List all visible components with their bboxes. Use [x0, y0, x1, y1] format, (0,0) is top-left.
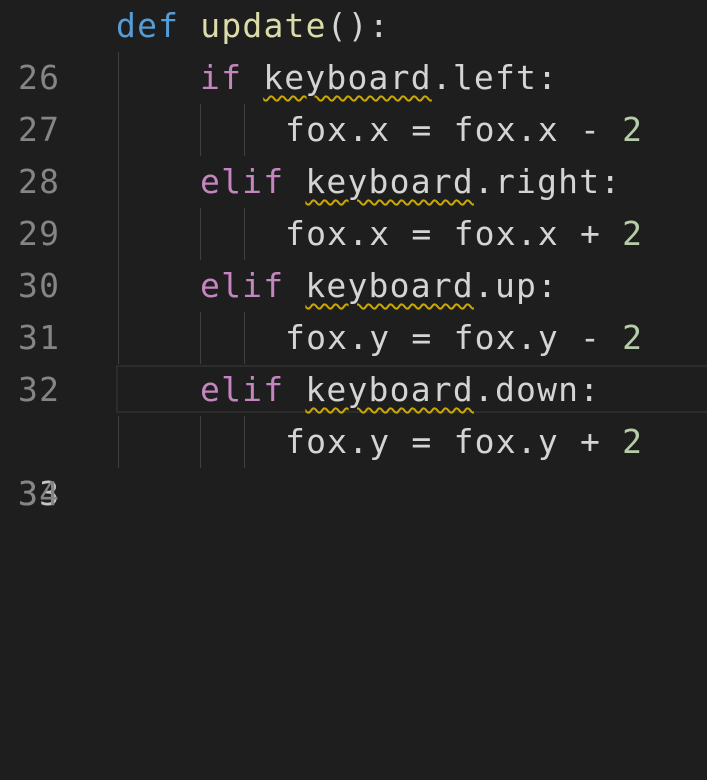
number-literal: 2	[622, 422, 644, 461]
indent-guide	[244, 312, 245, 364]
indent-guide	[118, 52, 119, 104]
operator: =	[411, 214, 433, 253]
code-text: fox.x = fox.x + 2	[285, 208, 643, 260]
indent-guide	[118, 104, 119, 156]
expression: fox.y	[453, 318, 559, 357]
expression: fox.x	[453, 110, 559, 149]
member-access: .left:	[431, 58, 559, 97]
code-line-28[interactable]: 28 fox.x = fox.x - 2	[0, 104, 707, 201]
code-text: elif keyboard.down:	[200, 364, 600, 416]
code-line-32[interactable]: 32 fox.y = fox.y - 2	[0, 312, 707, 409]
member-access: .up:	[473, 266, 559, 305]
code-text: def update():	[116, 0, 390, 52]
number-literal: 2	[622, 110, 644, 149]
operator: +	[580, 422, 602, 461]
indent-guide	[244, 208, 245, 260]
expression: fox.y	[453, 422, 559, 461]
indent-guide	[244, 416, 245, 468]
code-line-27[interactable]: 27 if keyboard.left:	[0, 52, 707, 149]
code-editor[interactable]: 26 def update(): 27 if keyboard.left: 28…	[0, 0, 707, 513]
line-number: 34	[18, 474, 61, 513]
keyword: elif	[200, 162, 285, 201]
assign-target: fox.x	[285, 110, 391, 149]
code-text: elif keyboard.up:	[200, 260, 558, 312]
indent-guide	[118, 156, 119, 208]
keyword: if	[200, 58, 243, 97]
function-name: update	[200, 6, 327, 45]
indent-guide	[244, 104, 245, 156]
code-line-34[interactable]: 34 fox.y = fox.y + 2	[0, 416, 707, 513]
code-line-31[interactable]: 31 elif keyboard.up:	[0, 260, 707, 357]
code-text: fox.y = fox.y + 2	[285, 416, 643, 468]
indent-guide	[200, 208, 201, 260]
keyword: elif	[200, 370, 285, 409]
indent-guide	[118, 208, 119, 260]
operator: +	[580, 214, 602, 253]
indent-guide	[200, 416, 201, 468]
code-text: fox.x = fox.x - 2	[285, 104, 643, 156]
code-line-30[interactable]: 30 fox.x = fox.x + 2	[0, 208, 707, 305]
operator: -	[580, 110, 602, 149]
number-literal: 2	[622, 318, 644, 357]
assign-target: fox.y	[285, 318, 391, 357]
indent-guide	[118, 312, 119, 364]
expression: fox.x	[453, 214, 559, 253]
code-line-29[interactable]: 29 elif keyboard.right:	[0, 156, 707, 253]
assign-target: fox.x	[285, 214, 391, 253]
member-access: .down:	[473, 370, 601, 409]
code-text: fox.y = fox.y - 2	[285, 312, 643, 364]
operator: =	[411, 422, 433, 461]
number-literal: 2	[622, 214, 644, 253]
code-line-26[interactable]: 26 def update():	[0, 0, 707, 97]
indent-guide	[118, 416, 119, 468]
keyword: elif	[200, 266, 285, 305]
warning-squiggle-identifier[interactable]: keyboard	[305, 162, 474, 201]
keyword: def	[116, 6, 180, 45]
operator: -	[580, 318, 602, 357]
code-text: if keyboard.left:	[200, 52, 558, 104]
punctuation: ():	[326, 6, 390, 45]
warning-squiggle-identifier[interactable]: keyboard	[305, 266, 474, 305]
code-line-33-current[interactable]: 33 elif keyboard.down:	[0, 364, 707, 513]
indent-guide	[200, 312, 201, 364]
member-access: .right:	[473, 162, 622, 201]
warning-squiggle-identifier[interactable]: keyboard	[305, 370, 474, 409]
operator: =	[411, 110, 433, 149]
warning-squiggle-identifier[interactable]: keyboard	[263, 58, 432, 97]
operator: =	[411, 318, 433, 357]
indent-guide	[118, 260, 119, 312]
indent-guide	[200, 104, 201, 156]
assign-target: fox.y	[285, 422, 391, 461]
code-text: elif keyboard.right:	[200, 156, 621, 208]
